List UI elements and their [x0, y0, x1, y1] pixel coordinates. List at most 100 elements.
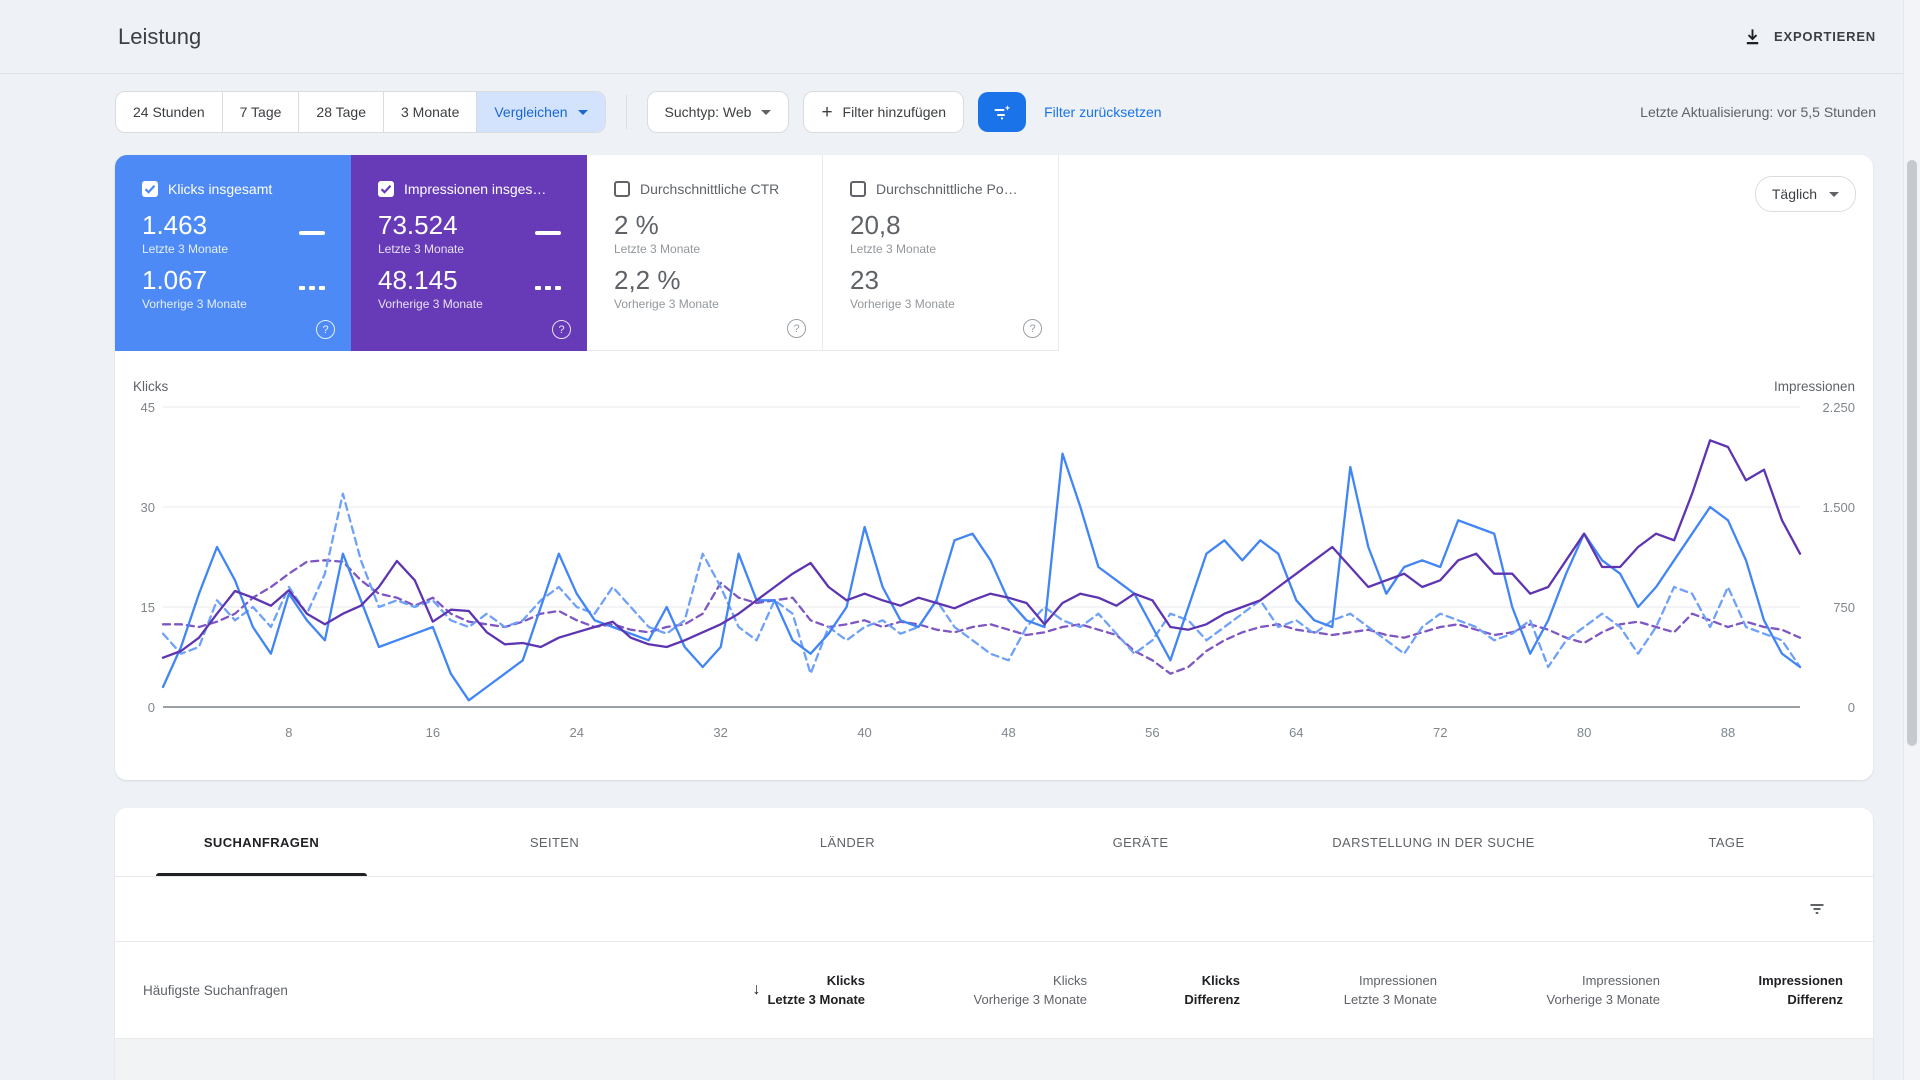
divider: [626, 95, 627, 129]
metric-current-value: 2 %: [614, 211, 806, 239]
column-header-klicks-vorherige-3-monate[interactable]: KlicksVorherige 3 Monate: [865, 971, 1087, 1009]
solid-line-key-icon: [535, 231, 561, 235]
svg-text:8: 8: [285, 725, 292, 740]
filter-lines-icon[interactable]: [1807, 899, 1827, 919]
metric-previous-value: 23: [850, 266, 1042, 294]
help-icon[interactable]: ?: [316, 320, 335, 339]
svg-text:750: 750: [1833, 600, 1855, 615]
granularity-label: Täglich: [1772, 186, 1817, 202]
metric-previous-caption: Vorherige 3 Monate: [142, 297, 335, 311]
svg-text:15: 15: [141, 600, 155, 615]
svg-text:24: 24: [570, 725, 584, 740]
svg-text:40: 40: [857, 725, 871, 740]
metric-previous-caption: Vorherige 3 Monate: [614, 297, 806, 311]
column-header-klicks-differenz[interactable]: KlicksDifferenz: [1087, 971, 1240, 1009]
svg-text:32: 32: [713, 725, 727, 740]
top-bar: Leistung EXPORTIEREN: [0, 0, 1920, 74]
tune-sparkle-icon: [992, 102, 1012, 122]
checkbox-icon[interactable]: [850, 181, 866, 197]
filter-bar: 24 Stunden 7 Tage 28 Tage 3 Monate Vergl…: [0, 74, 1920, 133]
range-24h[interactable]: 24 Stunden: [116, 92, 223, 132]
table-first-column-header[interactable]: Häufigste Suchanfragen: [143, 983, 640, 998]
metric-card-ctr[interactable]: Durchschnittliche CTR 2 % Letzte 3 Monat…: [587, 155, 823, 351]
help-icon[interactable]: ?: [787, 319, 806, 338]
sort-desc-icon: ↓: [752, 981, 760, 999]
export-label: EXPORTIEREN: [1774, 29, 1876, 44]
svg-text:Klicks: Klicks: [133, 379, 169, 394]
column-header-impressionen-letzte-3-monate[interactable]: ImpressionenLetzte 3 Monate: [1240, 971, 1437, 1009]
page-scrollbar: [1903, 0, 1920, 1080]
tab-darstellung-in-der-suche[interactable]: DARSTELLUNG IN DER SUCHE: [1287, 808, 1580, 876]
tab-seiten[interactable]: SEITEN: [408, 808, 701, 876]
reset-filters-link[interactable]: Filter zurücksetzen: [1044, 104, 1161, 120]
svg-text:56: 56: [1145, 725, 1159, 740]
help-icon[interactable]: ?: [552, 320, 571, 339]
range-3m[interactable]: 3 Monate: [384, 92, 477, 132]
performance-card: Klicks insgesamt 1.463 Letzte 3 Monate 1…: [115, 155, 1873, 780]
svg-text:48: 48: [1001, 725, 1015, 740]
checkbox-icon[interactable]: [378, 181, 394, 197]
solid-line-key-icon: [299, 231, 325, 235]
metric-current-caption: Letzte 3 Monate: [142, 242, 335, 256]
chevron-down-icon: [578, 110, 588, 115]
svg-text:16: 16: [426, 725, 440, 740]
metric-previous-caption: Vorherige 3 Monate: [850, 297, 1042, 311]
metric-previous-caption: Vorherige 3 Monate: [378, 297, 571, 311]
metric-label: Klicks insgesamt: [168, 181, 272, 197]
download-icon: [1743, 27, 1762, 46]
checkbox-icon[interactable]: [614, 181, 630, 197]
table-row[interactable]: [115, 1039, 1873, 1080]
metric-cards-row: Klicks insgesamt 1.463 Letzte 3 Monate 1…: [115, 155, 1873, 351]
svg-text:72: 72: [1433, 725, 1447, 740]
last-updated-text: Letzte Aktualisierung: vor 5,5 Stunden: [1640, 104, 1876, 120]
filter-settings-button[interactable]: [978, 92, 1026, 132]
table-toolbar: [115, 877, 1873, 942]
performance-chart: KlicksImpressionen015304507501.5002.2508…: [115, 377, 1873, 754]
help-icon[interactable]: ?: [1023, 319, 1042, 338]
svg-text:2.250: 2.250: [1822, 400, 1855, 415]
column-header-impressionen-vorherige-3-monate[interactable]: ImpressionenVorherige 3 Monate: [1437, 971, 1660, 1009]
metric-card-clicks[interactable]: Klicks insgesamt 1.463 Letzte 3 Monate 1…: [115, 155, 351, 351]
svg-text:64: 64: [1289, 725, 1303, 740]
tab-tage[interactable]: TAGE: [1580, 808, 1873, 876]
column-header-klicks-letzte-3-monate[interactable]: ↓KlicksLetzte 3 Monate: [640, 971, 865, 1009]
range-7d[interactable]: 7 Tage: [223, 92, 300, 132]
column-header-impressionen-differenz[interactable]: ImpressionenDifferenz: [1660, 971, 1843, 1009]
metric-card-position[interactable]: Durchschnittliche Po… 20,8 Letzte 3 Mona…: [823, 155, 1059, 351]
metric-current-caption: Letzte 3 Monate: [378, 242, 571, 256]
page-title: Leistung: [118, 24, 201, 50]
svg-text:Impressionen: Impressionen: [1774, 379, 1855, 394]
dimensions-table-card: SUCHANFRAGENSEITENLÄNDERGERÄTEDARSTELLUN…: [115, 808, 1873, 1080]
svg-text:45: 45: [141, 400, 155, 415]
tab-ger-te[interactable]: GERÄTE: [994, 808, 1287, 876]
svg-text:1.500: 1.500: [1822, 500, 1855, 515]
range-28d[interactable]: 28 Tage: [299, 92, 384, 132]
dashed-line-key-icon: [299, 286, 325, 290]
metric-current-caption: Letzte 3 Monate: [850, 242, 1042, 256]
chevron-down-icon: [1829, 192, 1839, 197]
tab-suchanfragen[interactable]: SUCHANFRAGEN: [115, 808, 408, 876]
dashed-line-key-icon: [535, 286, 561, 290]
metric-label: Durchschnittliche Po…: [876, 181, 1018, 197]
checkbox-icon[interactable]: [142, 181, 158, 197]
scrollbar-thumb[interactable]: [1907, 160, 1917, 746]
svg-text:80: 80: [1577, 725, 1591, 740]
plus-icon: +: [821, 103, 832, 122]
metric-previous-value: 2,2 %: [614, 266, 806, 294]
svg-text:88: 88: [1721, 725, 1735, 740]
search-type-dropdown[interactable]: Suchtyp: Web: [647, 91, 790, 133]
date-range-group: 24 Stunden 7 Tage 28 Tage 3 Monate Vergl…: [115, 91, 606, 133]
granularity-dropdown[interactable]: Täglich: [1755, 176, 1856, 212]
export-button[interactable]: EXPORTIEREN: [1743, 27, 1876, 46]
metric-label: Durchschnittliche CTR: [640, 181, 779, 197]
metric-card-impressions[interactable]: Impressionen insges… 73.524 Letzte 3 Mon…: [351, 155, 587, 351]
tab-l-nder[interactable]: LÄNDER: [701, 808, 994, 876]
svg-text:30: 30: [141, 500, 155, 515]
svg-text:0: 0: [1848, 700, 1855, 715]
add-filter-button[interactable]: + Filter hinzufügen: [803, 91, 964, 133]
metric-current-value: 20,8: [850, 211, 1042, 239]
line-chart-svg: KlicksImpressionen015304507501.5002.2508…: [115, 377, 1873, 749]
add-filter-label: Filter hinzufügen: [843, 104, 947, 120]
compare-dropdown[interactable]: Vergleichen: [477, 92, 604, 132]
table-header-row: Häufigste Suchanfragen ↓KlicksLetzte 3 M…: [115, 942, 1873, 1039]
